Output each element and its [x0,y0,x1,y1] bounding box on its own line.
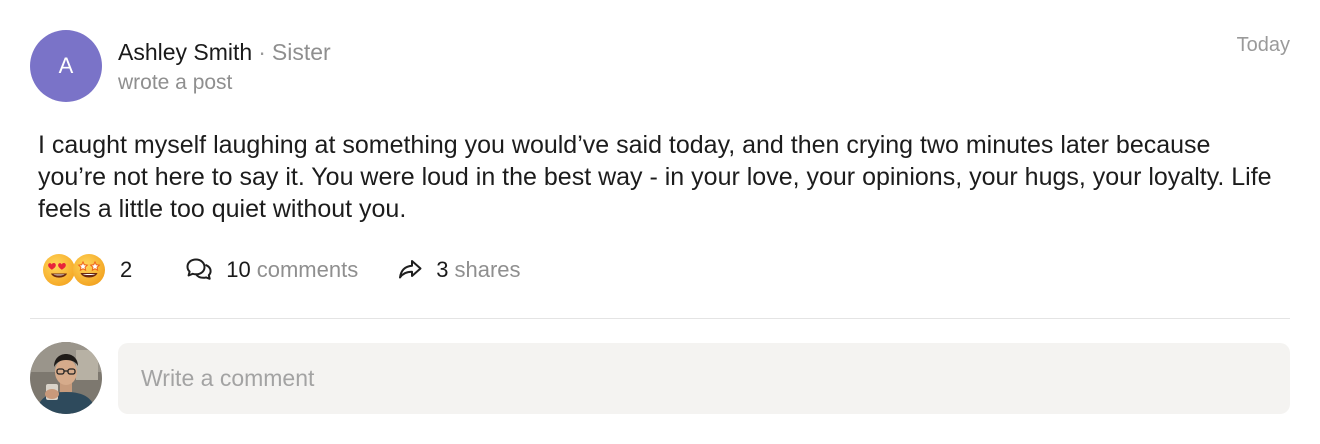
author-avatar[interactable]: A [30,30,102,102]
comments-button[interactable]: 10 comments [184,255,358,285]
post-actions: 2 10 comments 3 shares [42,250,521,290]
post-timestamp: Today [1236,34,1290,56]
divider [30,318,1290,319]
author-name[interactable]: Ashley Smith [118,39,252,65]
post-body: I caught myself laughing at something yo… [38,131,1272,223]
current-user-avatar[interactable] [30,342,102,414]
star-struck-emoji-icon [73,254,105,286]
post-card: A Ashley Smith · Sister wrote a post Today… [0,0,1320,444]
shares-count: 3 [436,257,449,282]
comments-count: 10 [226,257,251,282]
comments-label: comments [256,257,359,282]
comment-bubbles-icon [186,258,212,280]
heart-eyes-emoji-icon [43,254,75,286]
comment-input[interactable] [118,343,1290,414]
shares-label: shares [454,257,521,282]
reactions-summary[interactable]: 2 [42,253,132,287]
post-action-text: wrote a post [118,71,233,94]
separator-dot: · [258,39,266,65]
author-relation: Sister [271,39,331,65]
reaction-count: 2 [120,257,133,282]
author-line: Ashley Smith · Sister [118,38,331,66]
share-arrow-icon [399,260,422,279]
user-photo-icon [30,342,102,414]
author-initial: A [58,53,74,78]
share-button[interactable]: 3 shares [396,256,521,284]
